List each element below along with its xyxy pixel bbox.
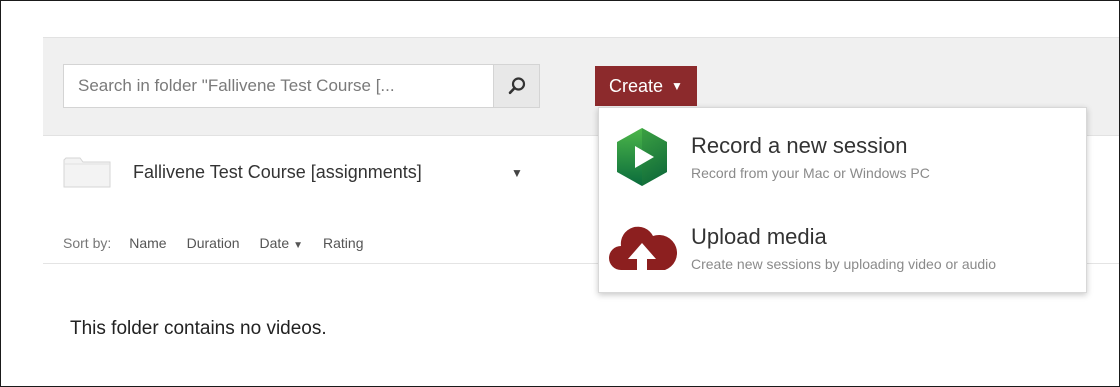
menu-item-subtitle: Record from your Mac or Windows PC: [691, 165, 930, 181]
create-button[interactable]: Create ▼: [595, 66, 697, 106]
sort-option-duration[interactable]: Duration: [187, 235, 240, 251]
sort-direction-icon: ▼: [293, 240, 304, 251]
menu-item-record-session[interactable]: Record a new session Record from your Ma…: [599, 120, 1086, 200]
menu-item-upload-media[interactable]: Upload media Create new sessions by uplo…: [599, 210, 1086, 290]
folder-menu-caret-icon[interactable]: ▼: [511, 166, 523, 180]
caret-down-icon: ▼: [671, 79, 683, 93]
sort-label: Sort by:: [63, 235, 112, 251]
search-icon: [508, 77, 525, 95]
app-window: Create ▼ Fallivene Test Course [assignme…: [0, 0, 1120, 387]
sort-option-rating[interactable]: Rating: [323, 235, 363, 251]
menu-item-subtitle: Create new sessions by uploading video o…: [691, 256, 997, 272]
panopto-record-icon: [617, 128, 667, 186]
search-bar: [63, 64, 540, 108]
folder-header: Fallivene Test Course [assignments]: [63, 155, 422, 189]
sort-bar: Sort by: Name Duration Date ▼ Rating: [63, 235, 363, 251]
search-input[interactable]: [63, 64, 493, 108]
sort-option-date[interactable]: Date ▼: [260, 235, 303, 251]
cloud-upload-icon: [609, 226, 677, 272]
sort-option-name[interactable]: Name: [129, 235, 166, 251]
create-dropdown-menu: Record a new session Record from your Ma…: [598, 107, 1087, 293]
empty-folder-message: This folder contains no videos.: [70, 318, 327, 339]
folder-name: Fallivene Test Course [assignments]: [133, 161, 422, 182]
menu-item-title: Record a new session: [691, 133, 908, 158]
sort-option-date-label: Date: [259, 235, 290, 251]
search-button[interactable]: [493, 64, 540, 108]
create-button-label: Create: [609, 75, 664, 96]
menu-item-title: Upload media: [691, 224, 827, 249]
folder-icon: [63, 157, 111, 188]
